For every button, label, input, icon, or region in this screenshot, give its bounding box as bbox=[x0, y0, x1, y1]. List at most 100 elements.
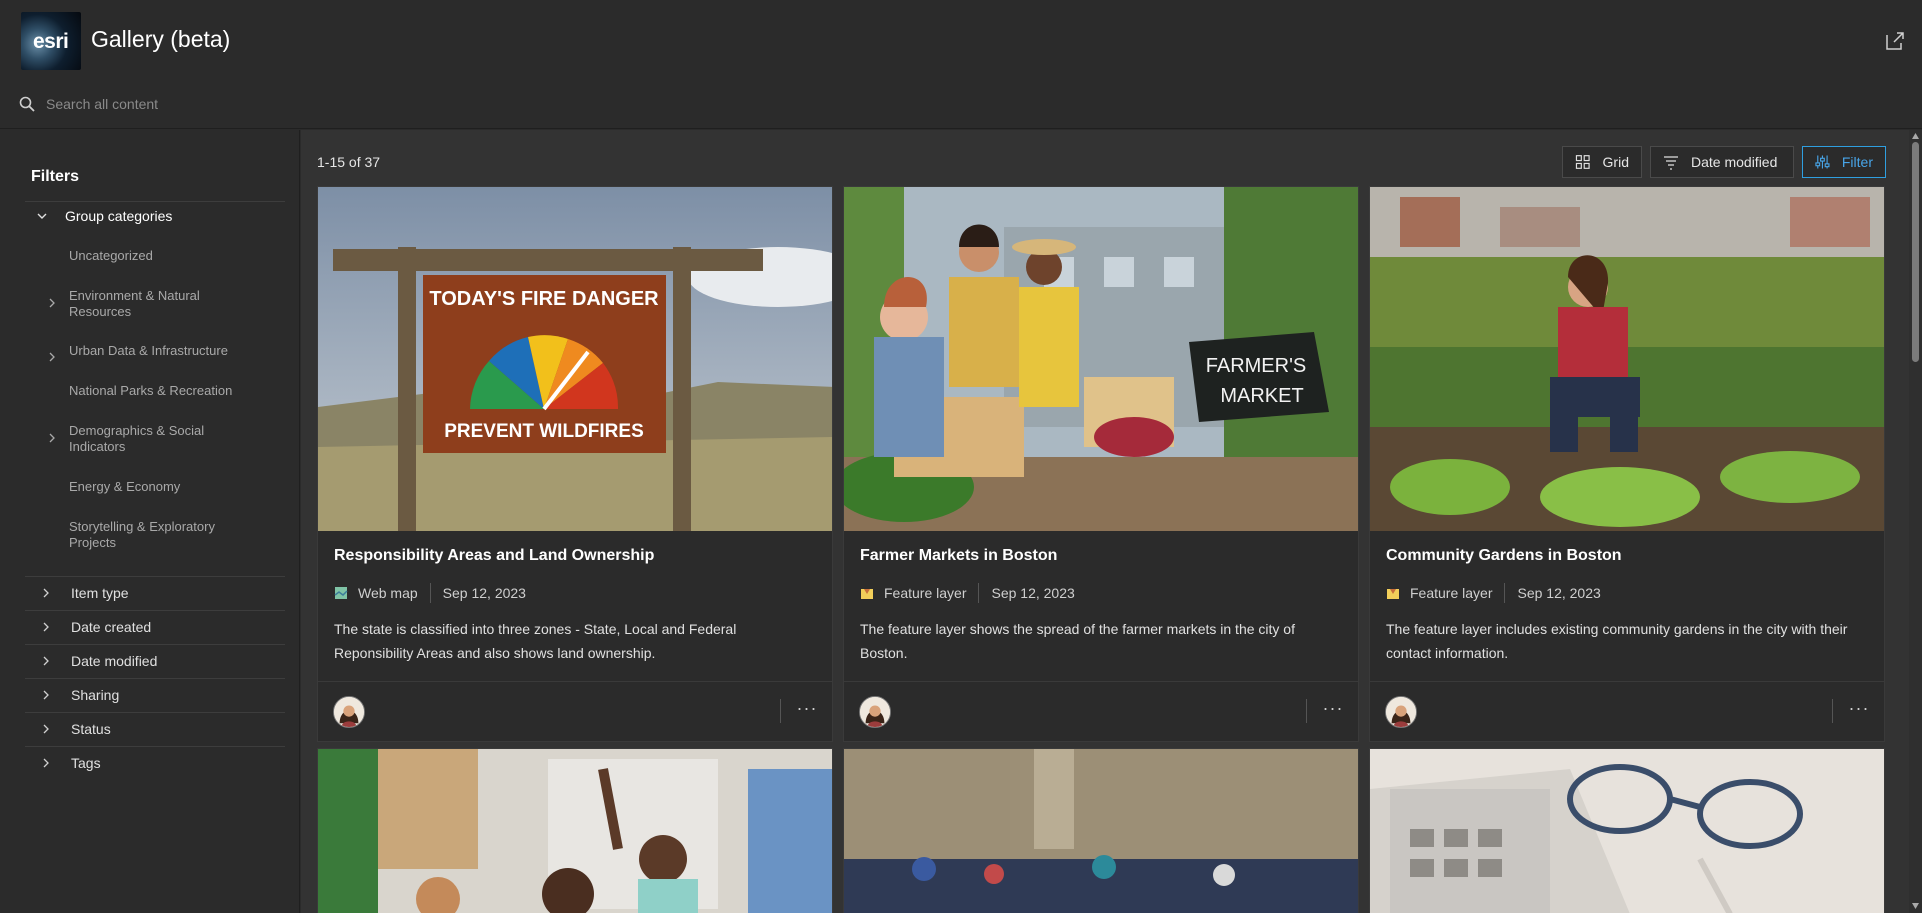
section-date-modified[interactable]: Date modified bbox=[40, 653, 157, 669]
card-thumbnail[interactable] bbox=[844, 749, 1359, 913]
avatar[interactable] bbox=[1385, 696, 1417, 728]
section-sharing[interactable]: Sharing bbox=[40, 687, 119, 703]
section-label: Item type bbox=[71, 585, 129, 601]
card-thumbnail[interactable]: FARMER'S MARKET bbox=[844, 187, 1359, 531]
gallery-card[interactable] bbox=[1369, 748, 1885, 913]
chevron-right-icon[interactable] bbox=[46, 432, 58, 444]
chevron-right-icon[interactable] bbox=[46, 297, 58, 309]
app-title: Gallery (beta) bbox=[91, 26, 231, 52]
category-energy[interactable]: Energy & Economy bbox=[69, 479, 259, 495]
item-type: Feature layer bbox=[884, 585, 967, 601]
filters-sidebar: Filters Group categories Uncategorized E… bbox=[0, 130, 300, 913]
chevron-down-icon bbox=[37, 213, 47, 219]
sort-icon bbox=[1664, 156, 1678, 170]
card-thumbnail[interactable] bbox=[1370, 749, 1885, 913]
card-meta: Web map Sep 12, 2023 bbox=[334, 583, 526, 603]
card-footer: ··· bbox=[844, 681, 1358, 741]
chevron-right-icon bbox=[43, 622, 49, 632]
section-label: Date created bbox=[71, 619, 152, 635]
group-categories-toggle[interactable]: Group categories bbox=[35, 208, 172, 224]
filters-title: Filters bbox=[31, 168, 80, 185]
section-tags[interactable]: Tags bbox=[40, 755, 101, 771]
card-description: The feature layer includes existing comm… bbox=[1386, 621, 1848, 661]
filter-label: Filter bbox=[1841, 154, 1873, 170]
filter-button[interactable]: Filter bbox=[1802, 146, 1886, 178]
section-label: Status bbox=[71, 721, 111, 737]
meta-separator bbox=[978, 583, 980, 603]
search-bar[interactable] bbox=[18, 90, 518, 118]
search-input[interactable] bbox=[46, 96, 446, 112]
web-map-icon bbox=[334, 587, 348, 599]
feature-layer-icon bbox=[861, 589, 873, 599]
more-options-button[interactable]: ··· bbox=[792, 698, 822, 724]
feature-layer-icon bbox=[1387, 589, 1399, 599]
gallery-card[interactable]: FARMER'S MARKET Farmer Markets in Boston… bbox=[843, 186, 1359, 742]
card-footer: ··· bbox=[318, 681, 832, 741]
gallery-card[interactable] bbox=[317, 748, 833, 913]
avatar[interactable] bbox=[859, 696, 891, 728]
divider bbox=[25, 678, 285, 679]
category-urban-data[interactable]: Urban Data & Infrastructure bbox=[69, 343, 259, 359]
card-footer: ··· bbox=[1370, 681, 1884, 741]
item-date: Sep 12, 2023 bbox=[1517, 585, 1601, 601]
section-status[interactable]: Status bbox=[40, 721, 111, 737]
avatar[interactable] bbox=[333, 696, 365, 728]
filter-sliders-icon bbox=[1815, 155, 1830, 169]
category-national-parks[interactable]: National Parks & Recreation bbox=[69, 383, 259, 399]
card-thumbnail[interactable] bbox=[1370, 187, 1885, 531]
grid-label: Grid bbox=[1602, 154, 1629, 170]
divider bbox=[25, 576, 285, 577]
more-options-button[interactable]: ··· bbox=[1318, 698, 1348, 724]
divider bbox=[25, 746, 285, 747]
footer-separator bbox=[1832, 699, 1833, 723]
sign-title: TODAY'S FIRE DANGER bbox=[429, 288, 659, 310]
divider bbox=[25, 201, 285, 202]
card-meta: Feature layer Sep 12, 2023 bbox=[860, 583, 1075, 603]
item-date: Sep 12, 2023 bbox=[991, 585, 1075, 601]
share-icon[interactable] bbox=[1884, 30, 1906, 52]
item-type: Feature layer bbox=[1410, 585, 1493, 601]
group-categories-label: Group categories bbox=[65, 208, 173, 224]
sort-button[interactable]: Date modified bbox=[1650, 146, 1794, 178]
sign-footer: PREVENT WILDFIRES bbox=[444, 421, 644, 442]
card-thumbnail[interactable]: TODAY'S FIRE DANGER PREVENT WILDFIRES bbox=[318, 187, 833, 531]
market-sign-line-1: FARMER'S bbox=[1206, 355, 1307, 377]
scrollbar[interactable] bbox=[1909, 130, 1922, 913]
section-date-created[interactable]: Date created bbox=[40, 619, 151, 635]
card-title[interactable]: Community Gardens in Boston bbox=[1386, 547, 1622, 565]
meta-separator bbox=[429, 583, 431, 603]
chevron-right-icon bbox=[43, 724, 49, 734]
more-options-button[interactable]: ··· bbox=[1844, 698, 1874, 724]
divider bbox=[25, 644, 285, 645]
scroll-up-icon[interactable] bbox=[1911, 132, 1920, 140]
gallery-card[interactable]: TODAY'S FIRE DANGER PREVENT WILDFIRES Re… bbox=[317, 186, 833, 742]
item-type: Web map bbox=[358, 585, 418, 601]
section-item-type[interactable]: Item type bbox=[40, 585, 129, 601]
market-sign-line-2: MARKET bbox=[1220, 385, 1303, 407]
chevron-right-icon[interactable] bbox=[46, 351, 58, 363]
item-date: Sep 12, 2023 bbox=[442, 585, 526, 601]
category-environment[interactable]: Environment & Natural Resources bbox=[69, 288, 259, 320]
esri-logo[interactable]: esri bbox=[21, 12, 81, 70]
sort-label: Date modified bbox=[1691, 154, 1778, 170]
scroll-down-icon[interactable] bbox=[1911, 902, 1920, 910]
category-uncategorized[interactable]: Uncategorized bbox=[69, 248, 259, 264]
chevron-right-icon bbox=[43, 758, 49, 768]
card-title[interactable]: Farmer Markets in Boston bbox=[860, 547, 1057, 565]
footer-separator bbox=[780, 699, 781, 723]
grid-view-button[interactable]: Grid bbox=[1562, 146, 1642, 178]
divider bbox=[25, 610, 285, 611]
chevron-right-icon bbox=[43, 588, 49, 598]
category-storytelling[interactable]: Storytelling & Exploratory Projects bbox=[69, 519, 259, 551]
card-thumbnail[interactable] bbox=[318, 749, 833, 913]
gallery-card[interactable] bbox=[843, 748, 1359, 913]
category-demographics[interactable]: Demographics & Social Indicators bbox=[69, 423, 259, 455]
scroll-thumb[interactable] bbox=[1912, 142, 1919, 362]
gallery-main: 1-15 of 37 Grid Date modified Filter TOD… bbox=[301, 130, 1922, 913]
section-label: Sharing bbox=[71, 687, 120, 703]
result-count: 1-15 of 37 bbox=[317, 154, 381, 170]
gallery-card[interactable]: Community Gardens in Boston Feature laye… bbox=[1369, 186, 1885, 742]
section-label: Tags bbox=[71, 755, 101, 771]
card-title[interactable]: Responsibility Areas and Land Ownership bbox=[334, 547, 654, 565]
search-icon bbox=[19, 96, 35, 112]
